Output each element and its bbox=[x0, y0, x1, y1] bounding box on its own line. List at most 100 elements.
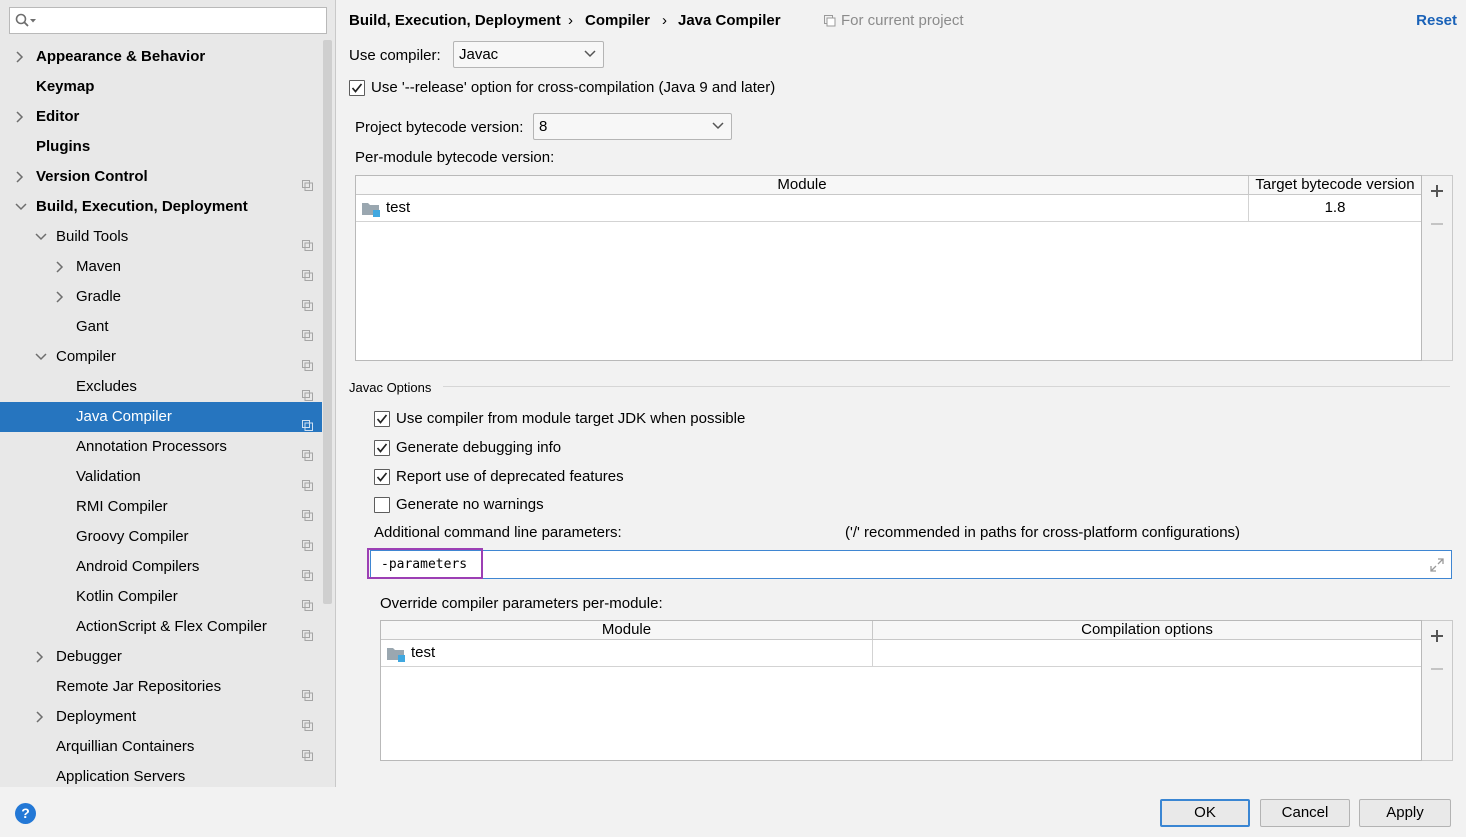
add-icon[interactable] bbox=[1430, 629, 1444, 643]
sidebar-item-label: Appearance & Behavior bbox=[36, 48, 206, 65]
chevron-right-icon[interactable] bbox=[54, 252, 68, 282]
help-icon[interactable]: ? bbox=[15, 803, 36, 824]
sidebar-item[interactable]: Kotlin Compiler bbox=[0, 582, 322, 612]
chevron-down-icon[interactable] bbox=[14, 192, 28, 222]
project-scope-icon bbox=[302, 172, 313, 191]
sidebar-item-label: RMI Compiler bbox=[76, 498, 168, 515]
sidebar-item-label: Excludes bbox=[76, 378, 137, 395]
sidebar-item[interactable]: Debugger bbox=[0, 642, 322, 672]
sidebar-item[interactable]: Plugins bbox=[0, 132, 322, 162]
target-version-cell[interactable]: 1.8 bbox=[1249, 195, 1421, 222]
javac-option-checkbox[interactable] bbox=[374, 497, 390, 513]
override-params-table: Module Compilation options test bbox=[380, 620, 1422, 761]
compilation-options-column-header[interactable]: Compilation options bbox=[873, 621, 1421, 640]
sidebar-item[interactable]: Keymap bbox=[0, 72, 322, 102]
sidebar-item[interactable]: Java Compiler bbox=[0, 402, 322, 432]
sidebar-item[interactable]: Deployment bbox=[0, 702, 322, 732]
sidebar-scrollbar[interactable] bbox=[323, 40, 332, 604]
chevron-down-icon[interactable] bbox=[34, 342, 48, 372]
sidebar-item[interactable]: Remote Jar Repositories bbox=[0, 672, 322, 702]
javac-option-checkbox[interactable] bbox=[374, 411, 390, 427]
chevron-down-icon bbox=[584, 50, 596, 58]
additional-params-label: Additional command line parameters: bbox=[374, 524, 622, 541]
sidebar-item-label: Deployment bbox=[56, 708, 137, 725]
sidebar-item[interactable]: Android Compilers bbox=[0, 552, 322, 582]
sidebar-item-label: Validation bbox=[76, 468, 141, 485]
sidebar-item-label: Editor bbox=[36, 108, 80, 125]
sidebar-item-label: Build Tools bbox=[56, 228, 129, 245]
sidebar-item[interactable]: Gradle bbox=[0, 282, 322, 312]
sidebar-item[interactable]: Version Control bbox=[0, 162, 322, 192]
settings-sidebar: Appearance & Behavior Keymap Editor Plugins… bbox=[0, 0, 336, 787]
table-row[interactable]: test bbox=[356, 195, 1249, 222]
sidebar-item[interactable]: Excludes bbox=[0, 372, 322, 402]
project-bytecode-select[interactable]: 8 bbox=[533, 113, 732, 140]
javac-option-label: Use compiler from module target JDK when… bbox=[396, 410, 746, 427]
sidebar-item[interactable]: Application Servers bbox=[0, 762, 322, 787]
sidebar-item[interactable]: Editor bbox=[0, 102, 322, 132]
sidebar-item-label: Remote Jar Repositories bbox=[56, 678, 222, 695]
table-row[interactable]: test bbox=[381, 640, 873, 667]
project-bytecode-label: Project bytecode version: bbox=[355, 119, 524, 136]
checkmark-icon bbox=[376, 414, 388, 424]
sidebar-item[interactable]: Appearance & Behavior bbox=[0, 42, 322, 72]
sidebar-item-label: Debugger bbox=[56, 648, 122, 665]
sidebar-item[interactable]: Arquillian Containers bbox=[0, 732, 322, 762]
for-current-project-label: For current project bbox=[841, 12, 964, 29]
release-option-checkbox[interactable] bbox=[349, 80, 365, 96]
chevron-down-icon[interactable] bbox=[34, 222, 48, 252]
expand-icon[interactable] bbox=[1429, 557, 1445, 573]
sidebar-item[interactable]: Groovy Compiler bbox=[0, 522, 322, 552]
chevron-right-icon[interactable] bbox=[14, 102, 28, 132]
sidebar-item-label: Groovy Compiler bbox=[76, 528, 189, 545]
sidebar-item[interactable]: Compiler bbox=[0, 342, 322, 372]
module-name: test bbox=[411, 644, 436, 661]
project-scope-icon bbox=[302, 292, 313, 311]
settings-search-field[interactable] bbox=[9, 7, 327, 34]
project-scope-icon bbox=[302, 562, 313, 581]
sidebar-item[interactable]: Maven bbox=[0, 252, 322, 282]
checkmark-icon bbox=[376, 472, 388, 482]
additional-params-hint: ('/' recommended in paths for cross-plat… bbox=[845, 524, 1241, 541]
project-scope-icon bbox=[302, 322, 313, 341]
reset-link[interactable]: Reset bbox=[1416, 10, 1457, 32]
additional-params-input[interactable]: -parameters bbox=[367, 548, 1452, 579]
release-option-label: Use '--release' option for cross-compila… bbox=[371, 79, 776, 96]
compilation-options-cell[interactable] bbox=[873, 640, 1421, 667]
sidebar-item[interactable]: RMI Compiler bbox=[0, 492, 322, 522]
sidebar-item-label: Arquillian Containers bbox=[56, 738, 195, 755]
sidebar-item-label: Compiler bbox=[56, 348, 117, 365]
sidebar-item[interactable]: Validation bbox=[0, 462, 322, 492]
settings-search-input[interactable] bbox=[38, 11, 322, 30]
module-column-header[interactable]: Module bbox=[381, 621, 873, 640]
checkmark-icon bbox=[376, 443, 388, 453]
remove-icon[interactable] bbox=[1430, 217, 1444, 231]
sidebar-item[interactable]: Annotation Processors bbox=[0, 432, 322, 462]
chevron-right-icon[interactable] bbox=[54, 282, 68, 312]
use-compiler-label: Use compiler: bbox=[349, 47, 441, 64]
ok-button[interactable]: OK bbox=[1160, 799, 1250, 827]
project-scope-icon bbox=[302, 502, 313, 521]
javac-option-checkbox[interactable] bbox=[374, 469, 390, 485]
chevron-right-icon[interactable] bbox=[34, 702, 48, 732]
use-compiler-select[interactable]: Javac bbox=[453, 41, 604, 68]
chevron-right-icon[interactable] bbox=[14, 42, 28, 72]
chevron-right-icon[interactable] bbox=[14, 162, 28, 192]
cancel-button[interactable]: Cancel bbox=[1260, 799, 1350, 827]
sidebar-item-label: Version Control bbox=[36, 168, 148, 185]
project-scope-icon bbox=[302, 382, 313, 401]
checkmark-icon bbox=[351, 83, 363, 93]
add-icon[interactable] bbox=[1430, 184, 1444, 198]
target-version-column-header[interactable]: Target bytecode version bbox=[1249, 176, 1421, 195]
additional-params-value: -parameters bbox=[381, 557, 468, 572]
chevron-right-icon[interactable] bbox=[34, 642, 48, 672]
remove-icon[interactable] bbox=[1430, 662, 1444, 676]
module-column-header[interactable]: Module bbox=[356, 176, 1249, 195]
sidebar-item[interactable]: Build, Execution, Deployment bbox=[0, 192, 322, 222]
apply-button[interactable]: Apply bbox=[1359, 799, 1451, 827]
sidebar-item[interactable]: Gant bbox=[0, 312, 322, 342]
sidebar-item[interactable]: ActionScript & Flex Compiler bbox=[0, 612, 322, 642]
search-icon bbox=[15, 13, 36, 27]
sidebar-item[interactable]: Build Tools bbox=[0, 222, 322, 252]
javac-option-checkbox[interactable] bbox=[374, 440, 390, 456]
